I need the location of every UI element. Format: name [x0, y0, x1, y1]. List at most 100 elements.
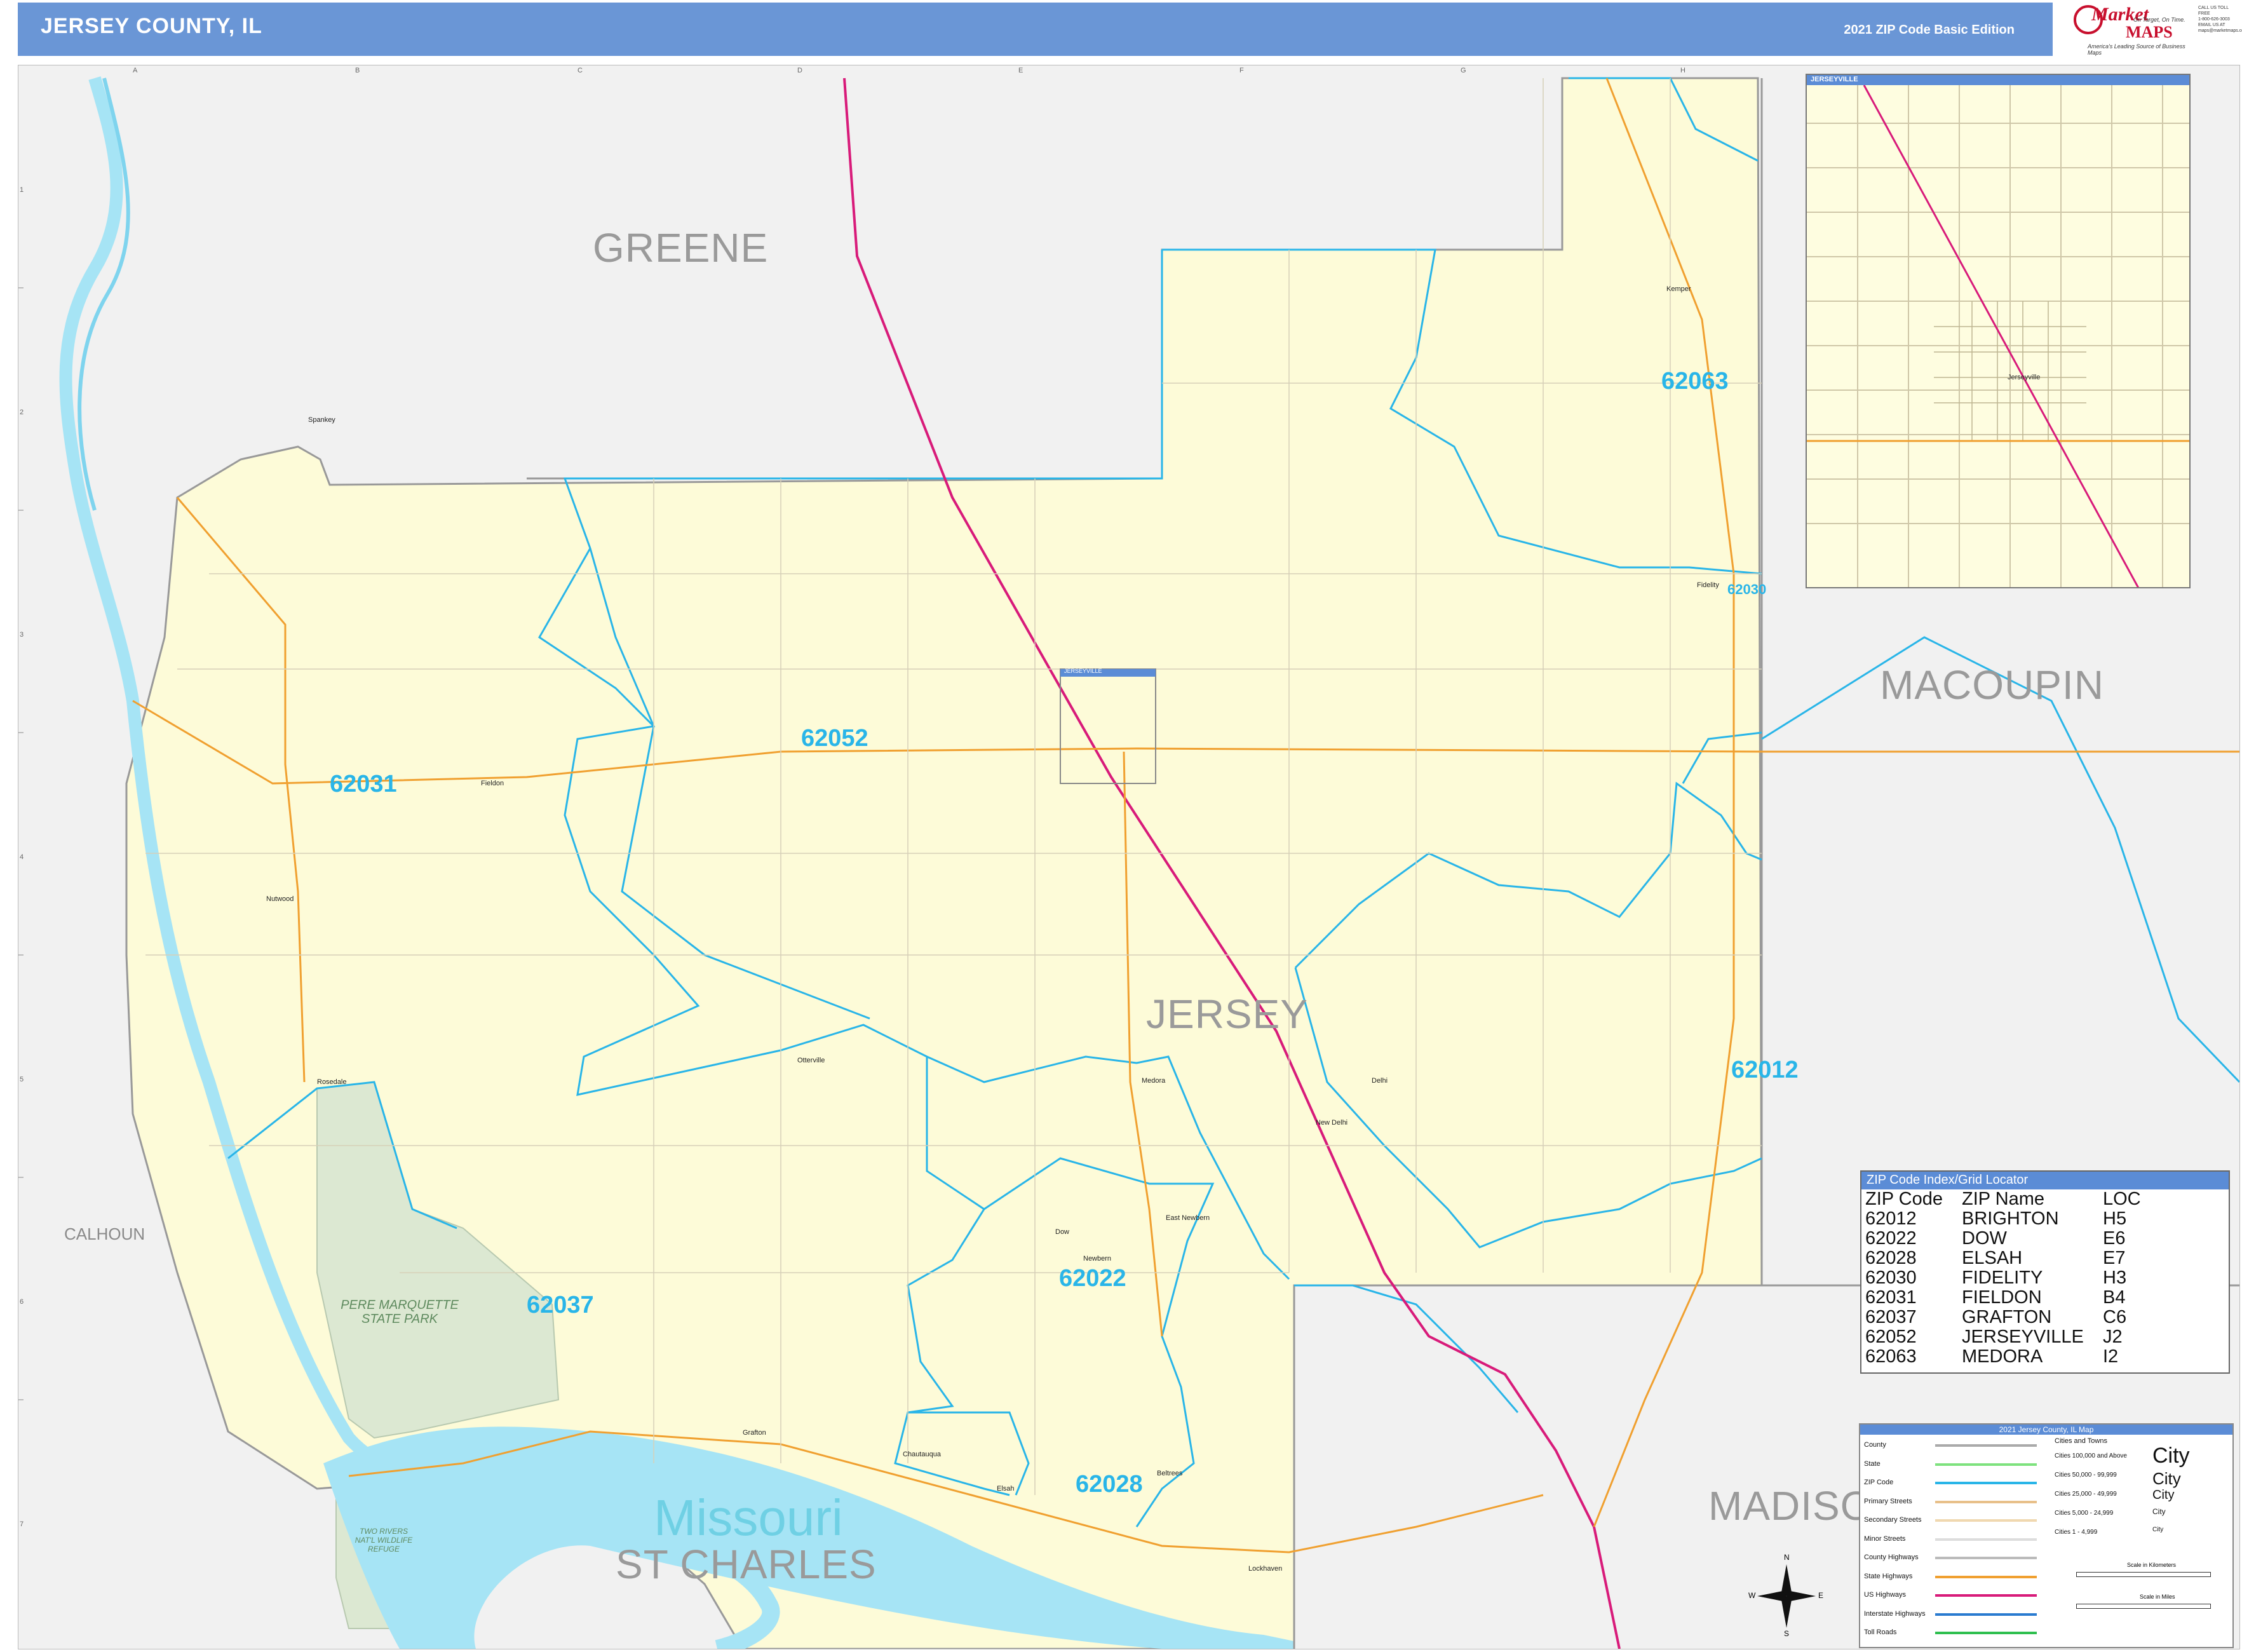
legend-item-label: County	[1864, 1441, 1886, 1449]
zip-loc-cell: H3	[2103, 1268, 2127, 1288]
jerseyville-inset-map[interactable]: JERSEYVILLE Jerseyville	[1806, 74, 2191, 588]
scale-mi-bar	[2076, 1604, 2211, 1609]
logo-slogan: On Target, On Time.	[2133, 17, 2185, 23]
zip-name-cell: BRIGHTON	[1962, 1209, 2059, 1229]
legend-item-label: Interstate Highways	[1864, 1609, 1926, 1618]
county-label-jersey: JERSEY	[1146, 991, 1308, 1037]
zip-code-cell: 62030	[1865, 1268, 1917, 1288]
scale-mi-label: Scale in Miles	[2140, 1594, 2175, 1600]
legend-city-sample: City	[2152, 1488, 2175, 1502]
table-row: 62022 DOW E6	[1865, 1229, 2179, 1249]
town-label: New Delhi	[1316, 1119, 1348, 1127]
contact-line: 1-800-626-3003	[2198, 17, 2230, 22]
zip-label[interactable]: 62012	[1731, 1057, 1799, 1084]
grid-row-label: 7	[20, 1520, 24, 1528]
inset-town-label: Jerseyville	[2008, 374, 2041, 381]
legend-item-label: Primary Streets	[1864, 1497, 1912, 1505]
zip-loc-cell: I2	[2103, 1346, 2119, 1367]
zip-index-header: ZIP Name	[1962, 1189, 2045, 1209]
table-row: 62028 ELSAH E7	[1865, 1249, 2179, 1268]
legend-line-swatch	[1935, 1500, 2037, 1503]
zip-index-grid: ZIP Code ZIP Name LOC 62012 BRIGHTON H5 62…	[1865, 1189, 2179, 1367]
table-row: 62012 BRIGHTON H5	[1865, 1209, 2179, 1229]
grid-col-label: H	[1680, 67, 1685, 74]
town-label: Dow	[1055, 1228, 1070, 1236]
zip-code-cell: 62063	[1865, 1346, 1917, 1367]
river-label-missouri: Missouri	[654, 1489, 843, 1546]
refuge-label: TWO RIVERS NAT'L WILDLIFE REFUGE	[355, 1527, 413, 1554]
legend-item-label: County Highways	[1864, 1554, 1919, 1561]
legend-item-label: Minor Streets	[1864, 1534, 1906, 1543]
zip-loc-cell: J2	[2103, 1327, 2123, 1347]
zip-label[interactable]: 62063	[1661, 368, 1729, 395]
town-label: Nutwood	[266, 895, 294, 903]
county-label-calhoun: CALHOUN	[64, 1224, 145, 1243]
grid-row-label: 5	[20, 1076, 24, 1083]
grid-ticks	[18, 287, 24, 1400]
zip-index-header: LOC	[2103, 1189, 2141, 1209]
zip-code-cell: 62012	[1865, 1209, 1917, 1229]
map-title: JERSEY COUNTY, IL	[41, 14, 262, 38]
zip-code-cell: 62028	[1865, 1248, 1917, 1268]
town-label: Grafton	[743, 1429, 766, 1437]
park-label: PERE MARQUETTE STATE PARK	[341, 1298, 459, 1326]
contact-line: CALL US TOLL FREE	[2198, 6, 2229, 16]
logo-tagline: America's Leading Source of Business Map…	[2088, 43, 2185, 56]
legend-cities-title: Cities and Towns	[2055, 1437, 2107, 1445]
zip-index-header: ZIP Code	[1865, 1189, 1943, 1209]
town-label: Elsah	[997, 1485, 1015, 1493]
legend-city-sample: City	[2152, 1469, 2181, 1488]
legend-line-swatch	[1935, 1519, 2037, 1522]
zip-loc-cell: C6	[2103, 1307, 2127, 1327]
town-label: Delhi	[1372, 1077, 1388, 1085]
grid-col-label: C	[577, 67, 583, 74]
zip-index-title: ZIP Code Index/Grid Locator	[1861, 1172, 2229, 1189]
grid-col-label: B	[355, 67, 360, 74]
compass-n: N	[1784, 1553, 1790, 1562]
legend-line-swatch	[1935, 1575, 2037, 1578]
town-label: Spankey	[308, 416, 335, 424]
contact-line: maps@marketmaps.com	[2198, 29, 2242, 33]
grid-row-label: 1	[20, 186, 24, 194]
zip-loc-cell: H5	[2103, 1209, 2127, 1229]
grid-row-label: 3	[20, 631, 24, 639]
town-label: Fieldon	[481, 780, 504, 787]
town-label: Newbern	[1083, 1255, 1112, 1263]
county-label-st-charles: ST CHARLES	[616, 1541, 877, 1587]
zip-label[interactable]: 62052	[801, 725, 868, 752]
zip-label[interactable]: 62022	[1059, 1265, 1126, 1292]
scale-km-bar	[2076, 1572, 2211, 1577]
map-legend: 2021 Jersey County, IL Map County State ZI…	[1859, 1423, 2234, 1648]
zip-name-cell: DOW	[1962, 1228, 2007, 1249]
town-label: Fidelity	[1697, 581, 1719, 589]
zip-name-cell: JERSEYVILLE	[1962, 1327, 2084, 1347]
zip-name-cell: FIDELITY	[1962, 1268, 2043, 1288]
compass-e: E	[1818, 1591, 1824, 1600]
zip-label[interactable]: 62030	[1727, 581, 1766, 598]
grid-row-label: 6	[20, 1298, 24, 1306]
legend-line-swatch	[1935, 1557, 2037, 1559]
table-row: 62052 JERSEYVILLE J2	[1865, 1327, 2179, 1347]
zip-label[interactable]: 62037	[527, 1292, 594, 1319]
zip-label[interactable]: 62028	[1076, 1471, 1143, 1498]
legend-city-sample: City	[2152, 1526, 2164, 1533]
zip-loc-cell: E6	[2103, 1228, 2126, 1249]
zip-code-cell: 62022	[1865, 1228, 1917, 1249]
legend-city-class: Cities 50,000 - 99,999	[2055, 1472, 2117, 1479]
zip-label[interactable]: 62031	[330, 771, 397, 798]
town-label: East Newbern	[1166, 1214, 1210, 1222]
town-label: Kemper	[1666, 285, 1691, 293]
grid-col-label: D	[797, 67, 802, 74]
legend-item-label: Secondary Streets	[1864, 1516, 1922, 1524]
scale-km-label: Scale in Kilometers	[2127, 1562, 2177, 1568]
legend-line-swatch	[1935, 1482, 2037, 1484]
legend-city-class: Cities 1 - 4,999	[2055, 1529, 2098, 1536]
legend-city-class: Cities 100,000 and Above	[2055, 1452, 2127, 1459]
legend-item-label: State Highways	[1864, 1572, 1913, 1580]
town-label: Otterville	[797, 1057, 825, 1064]
table-row: 62037 GRAFTON C6	[1865, 1308, 2179, 1327]
table-row: 62030 FIDELITY H3	[1865, 1268, 2179, 1288]
zip-name-cell: ELSAH	[1962, 1248, 2023, 1268]
legend-line-swatch	[1935, 1594, 2037, 1597]
legend-item-label: US Highways	[1864, 1591, 1907, 1599]
